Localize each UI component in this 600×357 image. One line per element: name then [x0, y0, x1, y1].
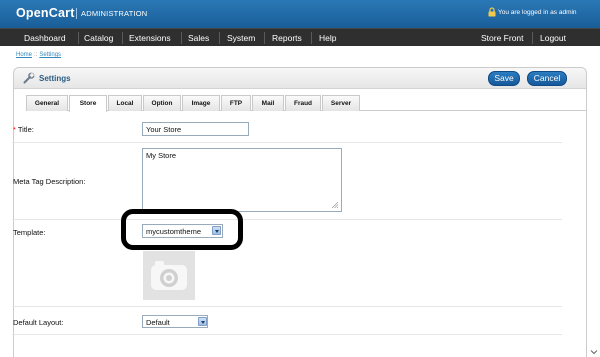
- camera-placeholder-icon: [151, 261, 187, 290]
- menu-divider: [219, 32, 220, 44]
- menu-divider: [181, 32, 182, 44]
- tab-option[interactable]: Option: [143, 95, 181, 111]
- title-label: * Title:: [13, 125, 34, 134]
- required-marker: *: [13, 125, 16, 134]
- scroll-down-icon[interactable]: [590, 348, 598, 356]
- tab-mail[interactable]: Mail: [252, 95, 284, 111]
- tab-image[interactable]: Image: [182, 95, 220, 111]
- menu-divider: [78, 32, 79, 44]
- row-divider: [12, 219, 562, 220]
- template-preview-image: [143, 251, 195, 300]
- menu-reports[interactable]: Reports: [272, 33, 302, 43]
- save-button[interactable]: Save: [488, 71, 520, 86]
- menu-catalog[interactable]: Catalog: [84, 33, 113, 43]
- highlight-annotation: [121, 209, 243, 250]
- tab-ftp[interactable]: FTP: [221, 95, 251, 111]
- top-header: OpenCart ADMINISTRATION You are logged i…: [0, 0, 600, 28]
- menu-sales[interactable]: Sales: [188, 33, 209, 43]
- menu-divider: [532, 32, 533, 44]
- row-divider: [12, 306, 562, 307]
- panel-title: Settings: [39, 74, 71, 83]
- settings-panel: Settings Save Cancel General Store Local…: [13, 67, 587, 357]
- row-divider: [12, 334, 562, 335]
- tab-local[interactable]: Local: [108, 95, 142, 111]
- row-divider: [12, 142, 562, 143]
- breadcrumb-separator: ::: [34, 52, 38, 58]
- default-layout-label: Default Layout:: [13, 318, 64, 327]
- title-input[interactable]: Your Store: [142, 122, 249, 136]
- tab-store[interactable]: Store: [69, 95, 107, 112]
- menu-divider: [122, 32, 123, 44]
- title-label-text: Title:: [17, 125, 34, 134]
- menu-divider: [264, 32, 265, 44]
- menu-extensions[interactable]: Extensions: [129, 33, 171, 43]
- breadcrumb-home[interactable]: Home: [16, 52, 32, 58]
- resize-grip-icon[interactable]: [332, 202, 338, 208]
- menu-store-front[interactable]: Store Front: [481, 33, 524, 43]
- menu-dashboard[interactable]: Dashboard: [24, 33, 66, 43]
- login-status: You are logged in as admin: [498, 9, 577, 16]
- tab-general[interactable]: General: [26, 95, 68, 111]
- settings-tabs: General Store Local Option Image FTP Mai…: [26, 95, 586, 112]
- menu-system[interactable]: System: [227, 33, 255, 43]
- tab-server[interactable]: Server: [322, 95, 360, 111]
- meta-description-textarea[interactable]: My Store: [142, 148, 342, 212]
- menu-help[interactable]: Help: [319, 33, 336, 43]
- breadcrumb-settings[interactable]: Settings: [39, 52, 61, 58]
- menu-divider: [311, 32, 312, 44]
- meta-description-label: Meta Tag Description:: [13, 177, 86, 186]
- logo-divider: [76, 8, 77, 19]
- menu-logout[interactable]: Logout: [540, 33, 566, 43]
- breadcrumb: Home:: Settings: [16, 52, 61, 58]
- logo[interactable]: OpenCart: [16, 6, 75, 20]
- settings-wrench-icon: [23, 72, 35, 84]
- panel-header: Settings Save Cancel: [14, 68, 586, 89]
- lock-icon: [488, 7, 496, 17]
- main-menu: Dashboard Catalog Extensions Sales Syste…: [0, 28, 600, 46]
- select-arrow-icon[interactable]: [198, 317, 207, 326]
- admin-label: ADMINISTRATION: [81, 9, 148, 18]
- cancel-button[interactable]: Cancel: [527, 71, 567, 86]
- template-label: Template:: [13, 228, 46, 237]
- tab-fraud[interactable]: Fraud: [285, 95, 321, 111]
